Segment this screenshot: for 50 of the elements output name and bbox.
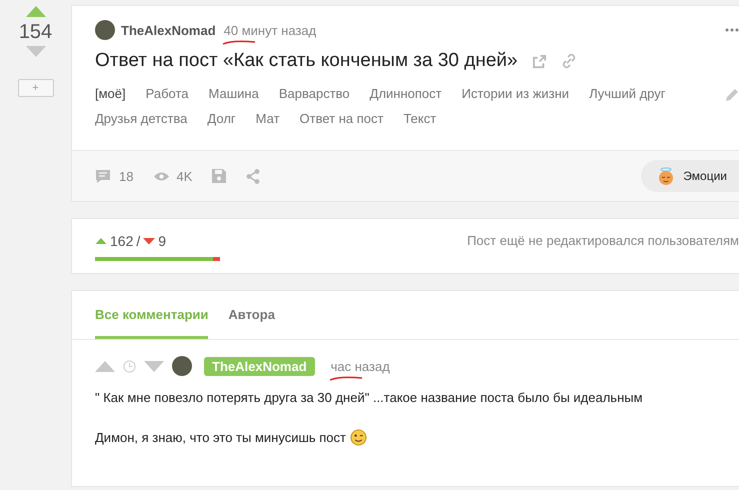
link-icon[interactable] [560,53,577,69]
share-icon[interactable] [246,168,260,184]
clock-icon [123,360,136,372]
edit-note: Пост ещё не редактировался пользователям [467,233,739,248]
comments-tab[interactable]: Автора [228,291,275,339]
comments-count: 18 [119,168,134,184]
save-icon[interactable] [212,169,226,183]
comments-tab[interactable]: Все комментарии [95,291,208,339]
tag-link[interactable]: Машина [208,86,259,101]
mine-tag[interactable]: [моё] [95,86,126,101]
tag-link[interactable]: Ответ на пост [300,111,384,126]
tag-link[interactable]: Мат [256,111,280,126]
views-count: 4K [176,168,192,184]
upvote-icon[interactable] [95,360,115,372]
tag-link[interactable]: Друзья детства [95,111,188,126]
tag-link[interactable]: Текст [403,111,436,126]
underline-mark [222,40,256,44]
minuses-count: 9 [158,233,166,249]
add-button[interactable]: + [18,79,54,97]
avatar-icon[interactable] [172,356,192,376]
upvote-icon[interactable] [26,6,46,17]
emotions-button[interactable]: Эмоции [641,160,739,192]
plus-icon[interactable] [95,238,107,244]
external-link-icon[interactable] [532,54,547,68]
downvote-icon[interactable] [144,360,164,372]
author-name[interactable]: TheAlexNomad [121,22,216,38]
tag-link[interactable]: Истории из жизни [462,86,570,101]
tag-link[interactable]: Лучший друг [589,86,666,101]
comment-text: " Как мне повезло потерять друга за 30 дней" ...такое название поста было бы идеальным [95,390,643,405]
tag-link[interactable]: Долг [207,111,236,126]
minus-icon[interactable] [143,238,156,244]
avatar-icon[interactable] [95,20,115,40]
comment-time: час назад [330,358,390,374]
tag-link[interactable]: Длиннопост [370,86,442,101]
comment-text: Димон, я знаю, что это ты минусишь пост [95,430,346,445]
more-icon[interactable] [725,28,739,32]
post-title[interactable]: Ответ на пост «Как стать конченым за 30 дней» [95,50,518,72]
post-time: 40 минут назад [224,22,316,38]
comment-icon[interactable] [95,168,111,184]
wink-emoji-icon [350,429,367,446]
underline-mark [328,376,363,380]
eye-icon [153,170,170,182]
angel-face-icon [657,167,676,185]
separator-text: / [136,233,140,249]
edit-icon[interactable] [725,88,739,102]
pluses-count: 162 [110,233,134,249]
tag-link[interactable]: Работа [146,86,189,101]
tag-link[interactable]: Варварство [278,86,350,101]
rating-count: 154 [18,21,52,44]
downvote-icon[interactable] [26,46,46,57]
